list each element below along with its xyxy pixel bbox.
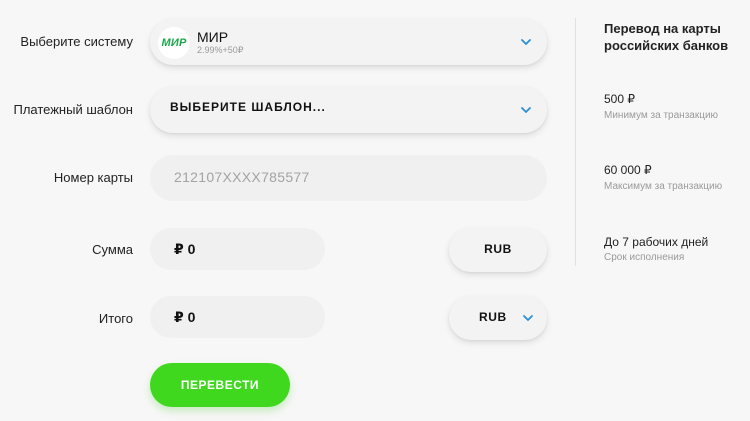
ruble-sign: ₽ <box>174 309 184 325</box>
template-value: ВЫБЕРИТЕ ШАБЛОН... <box>170 100 326 114</box>
sum-currency: RUB <box>484 242 512 256</box>
term-caption: Срок исполнения <box>604 252 685 263</box>
mir-logo-icon: МИР <box>158 27 190 59</box>
system-select[interactable]: МИР МИР 2.99%+50₽ <box>150 19 547 65</box>
chevron-down-icon[interactable] <box>520 38 532 46</box>
total-value: ₽ 0 <box>174 309 195 326</box>
total-label: Итого <box>98 311 133 326</box>
total-amount: 0 <box>187 309 196 325</box>
mir-logo-text: МИР <box>161 37 187 49</box>
total-input[interactable]: ₽ 0 <box>150 296 325 338</box>
total-currency-select[interactable]: RUB <box>449 296 547 340</box>
max-amount-value: 60 000 ₽ <box>604 163 652 177</box>
transfer-form-page: Выберите систему МИР МИР 2.99%+50₽ Плате… <box>0 0 750 421</box>
sidebar-title: Перевод на карты российских банков <box>604 21 729 53</box>
sum-value: ₽ 0 <box>174 241 195 258</box>
sidebar-divider <box>575 18 576 266</box>
max-amount-caption: Максимум за транзакцию <box>604 181 723 192</box>
transfer-button[interactable]: ПЕРЕВЕСТИ <box>150 363 290 407</box>
system-name: МИР <box>197 29 229 45</box>
template-select[interactable]: ВЫБЕРИТЕ ШАБЛОН... <box>150 87 547 133</box>
chevron-down-icon[interactable] <box>522 314 534 322</box>
min-amount-caption: Минимум за транзакцию <box>604 110 719 121</box>
sum-input[interactable]: ₽ 0 <box>150 228 325 270</box>
ruble-sign: ₽ <box>174 241 184 257</box>
card-number-input[interactable]: 212107XXXX785577 <box>150 155 547 201</box>
system-label: Выберите систему <box>20 34 133 49</box>
chevron-down-icon[interactable] <box>520 106 532 114</box>
system-fee: 2.99%+50₽ <box>197 45 244 55</box>
template-label: Платежный шаблон <box>13 102 133 117</box>
sum-amount: 0 <box>187 241 196 257</box>
sum-label: Сумма <box>92 242 133 257</box>
total-currency: RUB <box>479 310 507 324</box>
card-number-placeholder: 212107XXXX785577 <box>174 169 310 185</box>
card-label: Номер карты <box>53 170 133 185</box>
sum-currency-badge: RUB <box>449 228 547 272</box>
term-value: До 7 рабочих дней <box>604 235 709 249</box>
min-amount-value: 500 ₽ <box>604 92 635 106</box>
